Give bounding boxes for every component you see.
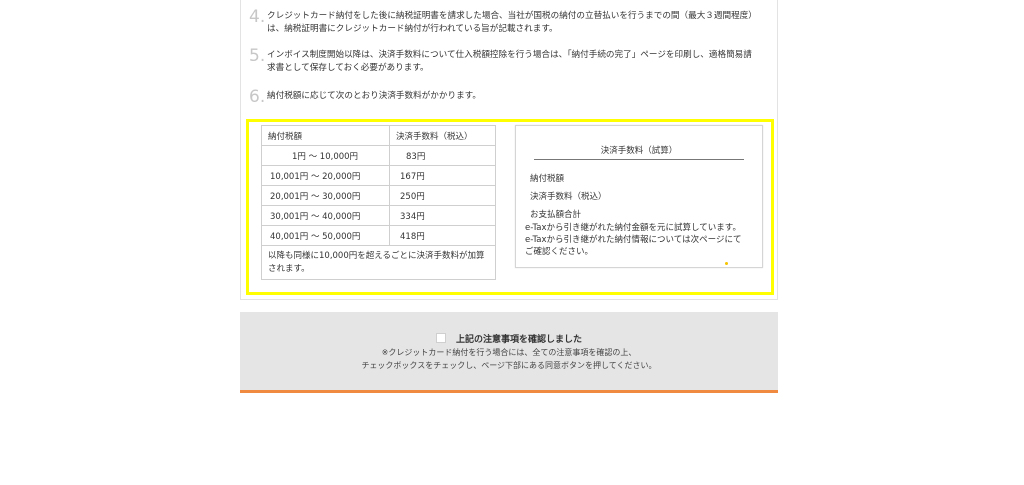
trial-message: e-Taxから引き継がれた納付金額を元に試算しています。 e-Taxから引き継が… — [525, 223, 742, 257]
note-text: 納付税額に応じて次のとおり決済手数料がかかります。 — [267, 91, 481, 101]
marker-dot — [725, 262, 728, 265]
confirm-note-2: チェックボックスをチェックし、ページ下部にある同意ボタンを押してください。 — [361, 361, 657, 370]
fee-value: 334円 — [389, 205, 496, 226]
tax-range: 20,001円 ～ 30,000円 — [261, 185, 390, 206]
trial-tax-label: 納付税額 — [530, 174, 565, 184]
column-header-tax: 納付税額 — [261, 125, 390, 146]
fee-value: 418円 — [389, 225, 496, 246]
table-footnote-row: 以降も同様に10,000円を超えるごとに決済手数料が加算 されます。 — [261, 245, 496, 280]
fee-value: 167円 — [389, 165, 496, 186]
table-footnote: 以降も同様に10,000円を超えるごとに決済手数料が加算 されます。 — [261, 245, 496, 280]
confirm-note-1: ※クレジットカード納付を行う場合には、全ての注意事項を確認の上、 — [381, 348, 637, 357]
table-row: 20,001円 ～ 30,000円 250円 — [261, 185, 496, 206]
trial-fee-label: 決済手数料（税込） — [530, 192, 607, 202]
trial-title: 決済手数料（試算） — [600, 146, 678, 156]
note-6: 6. 納付税額に応じて次のとおり決済手数料がかかります。 — [249, 87, 774, 107]
fee-trial-box: 決済手数料（試算） 納付税額 決済手数料（税込） お支払額合計 e-Taxから引… — [515, 125, 763, 268]
note-number: 6. — [249, 87, 266, 107]
note-text: は、納税証明書にクレジットカード納付が行われている旨が記載されます。 — [267, 24, 558, 34]
trial-total-label: お支払額合計 — [530, 210, 582, 220]
note-4: 4. クレジットカード納付をした後に納税証明書を請求した場合、当社が国税の納付の… — [249, 9, 774, 36]
note-text: インボイス制度開始以降は、決済手数料について仕入税額控除を行う場合は、「納付手続… — [267, 50, 752, 60]
note-text: クレジットカード納付をした後に納税証明書を請求した場合、当社が国税の納付の立替払… — [267, 11, 757, 21]
fee-value: 83円 — [389, 145, 496, 166]
note-number: 4. — [249, 7, 266, 27]
confirm-section: 上記の注意事項を確認しました ※クレジットカード納付を行う場合には、全ての注意事… — [240, 312, 778, 393]
column-header-fee: 決済手数料（税込） — [389, 125, 496, 146]
confirm-checkbox-label[interactable]: 上記の注意事項を確認しました — [456, 335, 582, 345]
tax-range: 1円 ～ 10,000円 — [261, 145, 390, 166]
confirm-checkbox[interactable] — [435, 333, 446, 343]
tax-range: 40,001円 ～ 50,000円 — [261, 225, 390, 246]
table-row: 40,001円 ～ 50,000円 418円 — [261, 225, 496, 246]
note-text: 求書として保存しておく必要があります。 — [267, 63, 429, 73]
note-number: 5. — [249, 46, 266, 66]
fee-table: 納付税額 決済手数料（税込） 1円 ～ 10,000円 83円 10,001円 … — [261, 125, 496, 280]
fee-value: 250円 — [389, 185, 496, 206]
confirm-line: 上記の注意事項を確認しました — [240, 332, 778, 345]
tax-range: 30,001円 ～ 40,000円 — [261, 205, 390, 226]
trial-divider — [534, 159, 744, 160]
table-row: 30,001円 ～ 40,000円 334円 — [261, 205, 496, 226]
table-row: 10,001円 ～ 20,000円 167円 — [261, 165, 496, 186]
table-row: 1円 ～ 10,000円 83円 — [261, 145, 496, 166]
table-header-row: 納付税額 決済手数料（税込） — [261, 125, 496, 146]
tax-range: 10,001円 ～ 20,000円 — [261, 165, 390, 186]
note-5: 5. インボイス制度開始以降は、決済手数料について仕入税額控除を行う場合は、「納… — [249, 48, 774, 75]
